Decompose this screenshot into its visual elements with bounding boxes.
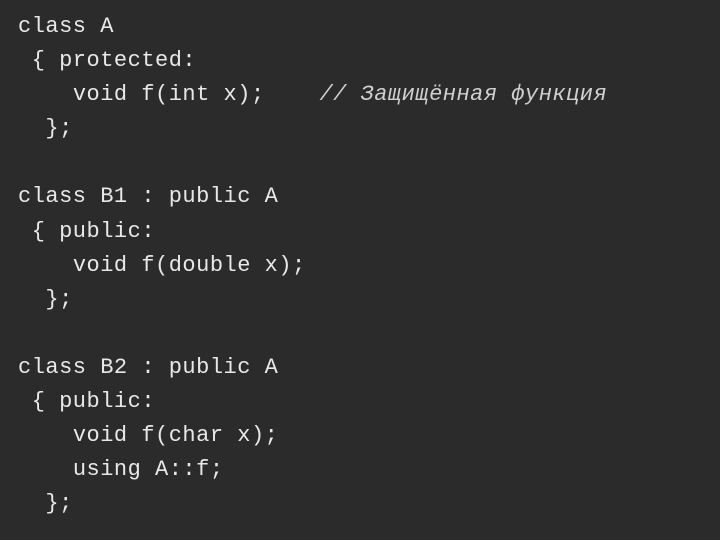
indent <box>18 287 45 312</box>
indent <box>18 219 32 244</box>
indent <box>18 116 45 141</box>
code-text: }; <box>45 491 72 516</box>
indent <box>18 423 73 448</box>
code-text: { public: <box>32 219 155 244</box>
code-line <box>18 317 702 351</box>
indent <box>18 491 45 516</box>
code-line: void f(double x); <box>18 249 702 283</box>
code-text: class B2 : public A <box>18 355 278 380</box>
code-line: class A <box>18 10 702 44</box>
code-text: using A::f; <box>73 457 224 482</box>
indent <box>18 48 32 73</box>
indent <box>18 457 73 482</box>
code-line: class B2 : public A <box>18 351 702 385</box>
code-text: class A <box>18 14 114 39</box>
code-line: { protected: <box>18 44 702 78</box>
code-text: { public: <box>32 389 155 414</box>
code-line: { public: <box>18 215 702 249</box>
indent <box>18 389 32 414</box>
code-text: }; <box>45 116 72 141</box>
code-line: void f(int x); // Защищённая функция <box>18 78 702 112</box>
code-line: { public: <box>18 385 702 419</box>
code-block: class A { protected: void f(int x); // З… <box>18 10 702 521</box>
code-text: void f(double x); <box>73 253 306 278</box>
code-line: }; <box>18 112 702 146</box>
code-line: using A::f; <box>18 453 702 487</box>
code-line: class B1 : public A <box>18 180 702 214</box>
code-line <box>18 146 702 180</box>
code-text: void f(int x); <box>73 82 320 107</box>
code-text: { protected: <box>32 48 196 73</box>
comment: // Защищённая функция <box>319 82 607 107</box>
code-text: void f(char x); <box>73 423 279 448</box>
code-line: }; <box>18 283 702 317</box>
indent <box>18 82 73 107</box>
code-text: class B1 : public A <box>18 184 278 209</box>
code-text: }; <box>45 287 72 312</box>
code-line: void f(char x); <box>18 419 702 453</box>
code-line: }; <box>18 487 702 521</box>
indent <box>18 253 73 278</box>
